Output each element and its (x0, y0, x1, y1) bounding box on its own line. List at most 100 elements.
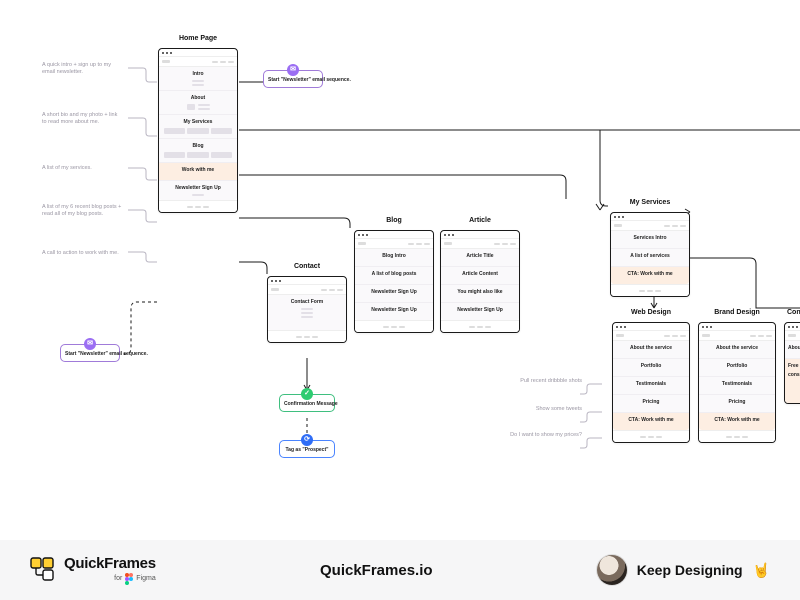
page-header (159, 57, 237, 67)
section-cta[interactable]: CTA: Work with me (699, 413, 775, 430)
section-blog[interactable]: Blog (159, 139, 237, 163)
section-related[interactable]: You might also like (441, 285, 519, 303)
frame-title-web: Web Design (613, 309, 689, 316)
note-prices: Do I want to show my prices? (492, 432, 582, 439)
section-testimonials[interactable]: Testimonials (699, 377, 775, 395)
section-newsletter[interactable]: Newsletter Sign Up (355, 303, 433, 320)
section-about-service[interactable]: About (785, 341, 800, 359)
frame-services[interactable]: My Services Services Intro A list of ser… (610, 212, 690, 297)
frame-title-home: Home Page (159, 35, 237, 42)
section-blog-list[interactable]: A list of blog posts (355, 267, 433, 285)
section-pricing[interactable]: Pricing (613, 395, 689, 413)
section-cta[interactable]: CTA: Work with me (613, 413, 689, 430)
section-services-list[interactable]: A list of services (611, 249, 689, 267)
frame-article[interactable]: Article Article Title Article Content Yo… (440, 230, 520, 333)
brand-bar: QuickFrames for Figma QuickFrames.io Kee… (0, 540, 800, 600)
brand-left: QuickFrames for Figma (30, 556, 156, 585)
send-icon: ✉ (287, 64, 299, 76)
section-testimonials[interactable]: Testimonials (613, 377, 689, 395)
section-label: CTA: Work with me (702, 417, 772, 423)
sitemap-canvas[interactable]: A quick intro + sign up to my email news… (0, 0, 800, 540)
section-portfolio[interactable]: Portfolio (613, 359, 689, 377)
badge-label: Tag as "Prospect" (286, 447, 329, 453)
section-label: Article Content (444, 271, 516, 277)
badge-label: Confirmation Message (284, 401, 338, 407)
section-label: Testimonials (616, 381, 686, 387)
section-contact-form[interactable]: Contact Form (268, 295, 346, 330)
section-label: About the service (616, 345, 686, 351)
section-article-content[interactable]: Article Content (441, 267, 519, 285)
section-portfolio[interactable]: Portfolio (699, 359, 775, 377)
badge-newsletter-top[interactable]: ✉ Start "Newsletter" email sequence. (263, 70, 323, 88)
badge-newsletter-bottom[interactable]: ✉ Start "Newsletter" email sequence. (60, 344, 120, 362)
brand-slogan: Keep Designing (637, 562, 743, 578)
section-label: CTA: Work with me (616, 417, 686, 423)
section-about-service[interactable]: About the service (613, 341, 689, 359)
note-tweets: Show some tweets (492, 406, 582, 413)
page-footer (613, 430, 689, 442)
frame-blog[interactable]: Blog Blog Intro A list of blog posts New… (354, 230, 434, 333)
section-label: A list of services (614, 253, 686, 259)
frame-title-brand: Brand Design (699, 309, 775, 316)
section-newsletter[interactable]: Newsletter Sign Up (441, 303, 519, 320)
section-label: Pricing (616, 399, 686, 405)
section-label: Newsletter Sign Up (358, 307, 430, 313)
section-label: cons (788, 372, 800, 378)
window-chrome (159, 49, 237, 57)
section-services[interactable]: My Services (159, 115, 237, 139)
frame-brand-design[interactable]: Brand Design About the service Portfolio… (698, 322, 776, 443)
frame-content[interactable]: Conten About Free 3cons (784, 322, 800, 404)
note-intro: A quick intro + sign up to my email news… (42, 62, 122, 76)
frame-title-content: Conten (787, 309, 800, 316)
section-intro[interactable]: Intro (159, 67, 237, 91)
section-newsletter[interactable]: Newsletter Sign Up (355, 285, 433, 303)
section-services-cta[interactable]: CTA: Work with me (611, 267, 689, 284)
section-label: Testimonials (702, 381, 772, 387)
section-label: Newsletter Sign Up (358, 289, 430, 295)
brand-for: for (114, 575, 122, 582)
badge-label: Start "Newsletter" email sequence. (268, 77, 351, 83)
section-label: Work with me (162, 167, 234, 173)
section-label: Article Title (444, 253, 516, 259)
section-about[interactable]: About (159, 91, 237, 115)
window-chrome (699, 323, 775, 331)
frame-contact[interactable]: Contact Contact Form (267, 276, 347, 343)
section-pricing[interactable]: Pricing (699, 395, 775, 413)
frame-title-services: My Services (611, 199, 689, 206)
page-footer (699, 430, 775, 442)
frame-web-design[interactable]: Web Design About the service Portfolio T… (612, 322, 690, 443)
frame-title-contact: Contact (268, 263, 346, 270)
section-label: Free 3 (788, 363, 800, 369)
window-chrome (441, 231, 519, 239)
section-services-intro[interactable]: Services Intro (611, 231, 689, 249)
frame-title-blog: Blog (355, 217, 433, 224)
note-about: A short bio and my photo + link to read … (42, 112, 122, 126)
note-blog: A list of my 6 recent blog posts + read … (42, 204, 122, 218)
section-work-with-me[interactable]: Work with me (159, 163, 237, 181)
window-chrome (611, 213, 689, 221)
frame-title-article: Article (441, 217, 519, 224)
section-free[interactable]: Free 3 cons (785, 359, 800, 403)
note-services: A list of my services. (42, 165, 122, 172)
page-footer (611, 284, 689, 296)
section-article-title[interactable]: Article Title (441, 249, 519, 267)
brand-figma: Figma (136, 575, 155, 582)
window-chrome (785, 323, 800, 331)
section-blog-intro[interactable]: Blog Intro (355, 249, 433, 267)
frame-home[interactable]: Home Page Intro About My Services Blog W… (158, 48, 238, 213)
tag-icon: ⟳ (301, 434, 313, 446)
page-header (613, 331, 689, 341)
badge-tag-prospect[interactable]: ⟳ Tag as "Prospect" (279, 440, 335, 458)
brand-name: QuickFrames (64, 556, 156, 571)
section-newsletter[interactable]: Newsletter Sign Up (159, 181, 237, 200)
section-about-service[interactable]: About the service (699, 341, 775, 359)
send-icon: ✉ (84, 338, 96, 350)
section-label: Pricing (702, 399, 772, 405)
window-chrome (613, 323, 689, 331)
page-header (355, 239, 433, 249)
section-label: Portfolio (616, 363, 686, 369)
section-label: Portfolio (702, 363, 772, 369)
badge-confirmation[interactable]: ✓ Confirmation Message (279, 394, 335, 412)
section-label: A list of blog posts (358, 271, 430, 277)
badge-label: Start "Newsletter" email sequence. (65, 351, 148, 357)
